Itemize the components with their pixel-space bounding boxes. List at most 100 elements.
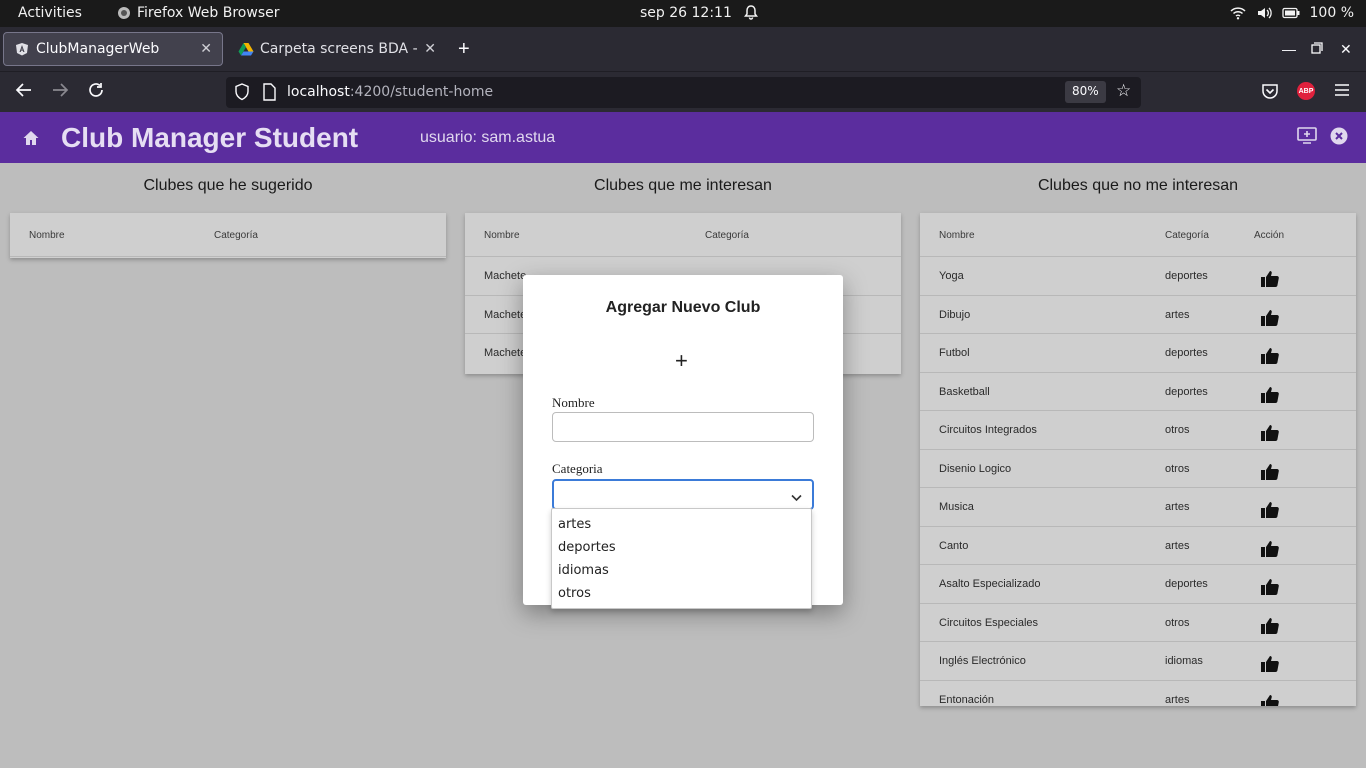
thumbs-up-icon[interactable]	[1260, 501, 1280, 522]
club-category: artes	[1165, 539, 1190, 552]
battery-level: 100 %	[1309, 5, 1354, 21]
app-title: Club Manager Student	[61, 122, 359, 153]
tab-close-icon[interactable]: ✕	[424, 41, 436, 57]
tab-close-icon[interactable]: ✕	[200, 41, 212, 57]
club-name: Dibujo	[939, 308, 971, 321]
category-select[interactable]	[552, 479, 814, 510]
notification-bell-icon	[743, 4, 759, 24]
club-category: deportes	[1165, 385, 1208, 398]
bookmark-star-icon[interactable]: ☆	[1116, 81, 1131, 101]
google-drive-favicon-icon	[238, 41, 254, 57]
option-deportes[interactable]: deportes	[558, 540, 616, 555]
name-input[interactable]	[552, 412, 814, 442]
address-bar[interactable]: localhost:4200/student-home 80% ☆	[226, 77, 1141, 108]
option-artes[interactable]: artes	[558, 517, 591, 532]
table-row[interactable]: Asalto Especializado deportes	[920, 565, 1356, 604]
category-options-list: artes deportes idiomas otros	[551, 508, 812, 609]
club-category: otros	[1165, 616, 1190, 629]
club-name: Asalto Especializado	[939, 578, 1041, 590]
table-row[interactable]: Inglés Electrónico idiomas	[920, 642, 1356, 681]
thumbs-up-icon[interactable]	[1260, 386, 1280, 407]
club-name: Circuitos Especiales	[939, 616, 1039, 629]
clock[interactable]: sep 26 12:11	[640, 5, 732, 21]
active-app-menu[interactable]: Firefox Web Browser	[117, 5, 280, 21]
close-window-icon[interactable]: ✕	[1340, 41, 1352, 58]
table-row[interactable]: Yoga deportes	[920, 257, 1356, 296]
table-header-row: Nombre Categoría	[465, 213, 901, 257]
table-header-row: Nombre Categoría Acción	[920, 213, 1356, 257]
club-name: Disenio Logico	[939, 462, 1012, 475]
thumbs-up-icon[interactable]	[1260, 270, 1280, 291]
thumbs-up-icon[interactable]	[1260, 655, 1280, 676]
thumbs-up-icon[interactable]	[1260, 309, 1280, 330]
header-categoria: Categoría	[1165, 230, 1209, 241]
zoom-level-button[interactable]: 80%	[1065, 81, 1106, 103]
table-row[interactable]: Circuitos Especiales otros	[920, 604, 1356, 642]
firefox-icon	[118, 7, 130, 19]
system-tray[interactable]: 100 %	[1229, 5, 1354, 21]
thumbs-up-icon[interactable]	[1260, 578, 1280, 599]
table-row[interactable]: Futbol deportes	[920, 334, 1356, 373]
thumbs-up-icon[interactable]	[1260, 617, 1280, 638]
header-nombre: Nombre	[939, 230, 975, 241]
table-row[interactable]: Circuitos Integrados otros	[920, 411, 1356, 450]
thumbs-up-icon[interactable]	[1260, 694, 1280, 706]
table-row[interactable]: Entonación artes	[920, 681, 1356, 706]
logout-close-icon[interactable]	[1330, 127, 1348, 150]
table-row[interactable]: Dibujo artes	[920, 296, 1356, 334]
user-label: usuario: sam.astua	[420, 129, 556, 146]
add-club-screen-icon[interactable]	[1297, 127, 1317, 150]
not-interested-clubs-table: Nombre Categoría Acción Yoga deportes Dibu…	[920, 213, 1356, 706]
home-icon[interactable]	[22, 129, 40, 152]
thumbs-up-icon[interactable]	[1260, 347, 1280, 368]
forward-arrow-icon[interactable]	[51, 81, 69, 103]
club-category: deportes	[1165, 347, 1208, 359]
hamburger-menu-icon[interactable]	[1334, 82, 1350, 103]
abp-badge: ABP	[1297, 82, 1315, 100]
club-category: artes	[1165, 308, 1190, 321]
activities-button[interactable]: Activities	[18, 5, 82, 21]
category-label: Categoria	[552, 461, 603, 476]
header-categoria: Categoría	[705, 230, 749, 241]
interested-clubs-title: Clubes que me interesan	[594, 177, 772, 194]
table-row[interactable]: Musica artes	[920, 488, 1356, 527]
angular-favicon-icon	[14, 41, 30, 57]
app-toolbar: Club Manager Student usuario: sam.astua	[0, 112, 1366, 163]
not-interested-clubs-title: Clubes que no me interesan	[1037, 177, 1239, 194]
table-row[interactable]: Canto artes	[920, 527, 1356, 565]
suggested-clubs-title: Clubes que he sugerido	[143, 177, 313, 194]
new-tab-icon[interactable]: +	[458, 39, 470, 59]
url-host: localhost	[287, 84, 350, 100]
browser-tab-strip: ClubManagerWeb ✕ Carpeta screens BDA - G…	[0, 27, 1366, 71]
club-name: Machete	[484, 308, 527, 321]
active-app-name: Firefox Web Browser	[137, 5, 280, 21]
adblock-plus-icon[interactable]: ABP	[1297, 82, 1315, 100]
minimize-icon[interactable]: —	[1282, 41, 1296, 57]
club-name: Canto	[939, 539, 969, 552]
thumbs-up-icon[interactable]	[1260, 463, 1280, 484]
club-category: artes	[1165, 693, 1190, 706]
add-plus-icon[interactable]: +	[675, 350, 688, 372]
club-category: artes	[1165, 501, 1190, 513]
club-name: Machete	[484, 347, 527, 359]
header-nombre: Nombre	[29, 230, 65, 241]
pocket-icon[interactable]	[1261, 82, 1279, 105]
club-category: otros	[1165, 462, 1190, 475]
tracking-protection-shield-icon[interactable]	[234, 83, 250, 105]
page-info-icon[interactable]	[262, 83, 276, 105]
thumbs-up-icon[interactable]	[1260, 540, 1280, 561]
browser-nav-bar: localhost:4200/student-home 80% ☆ ABP	[0, 71, 1366, 112]
option-idiomas[interactable]: idiomas	[558, 563, 609, 578]
restore-icon[interactable]	[1311, 41, 1323, 57]
thumbs-up-icon[interactable]	[1260, 424, 1280, 445]
tab-clubmanagerweb[interactable]: ClubManagerWeb ✕	[3, 32, 223, 66]
table-row[interactable]: Basketball deportes	[920, 373, 1356, 411]
option-otros[interactable]: otros	[558, 586, 591, 601]
club-name: Yoga	[939, 270, 964, 282]
table-row[interactable]: Disenio Logico otros	[920, 450, 1356, 488]
club-name: Inglés Electrónico	[939, 655, 1026, 667]
reload-icon[interactable]	[87, 81, 105, 103]
back-arrow-icon[interactable]	[15, 81, 33, 103]
tab-carpeta-screens[interactable]: Carpeta screens BDA - Go ✕	[228, 32, 446, 66]
wifi-icon	[1229, 7, 1246, 20]
